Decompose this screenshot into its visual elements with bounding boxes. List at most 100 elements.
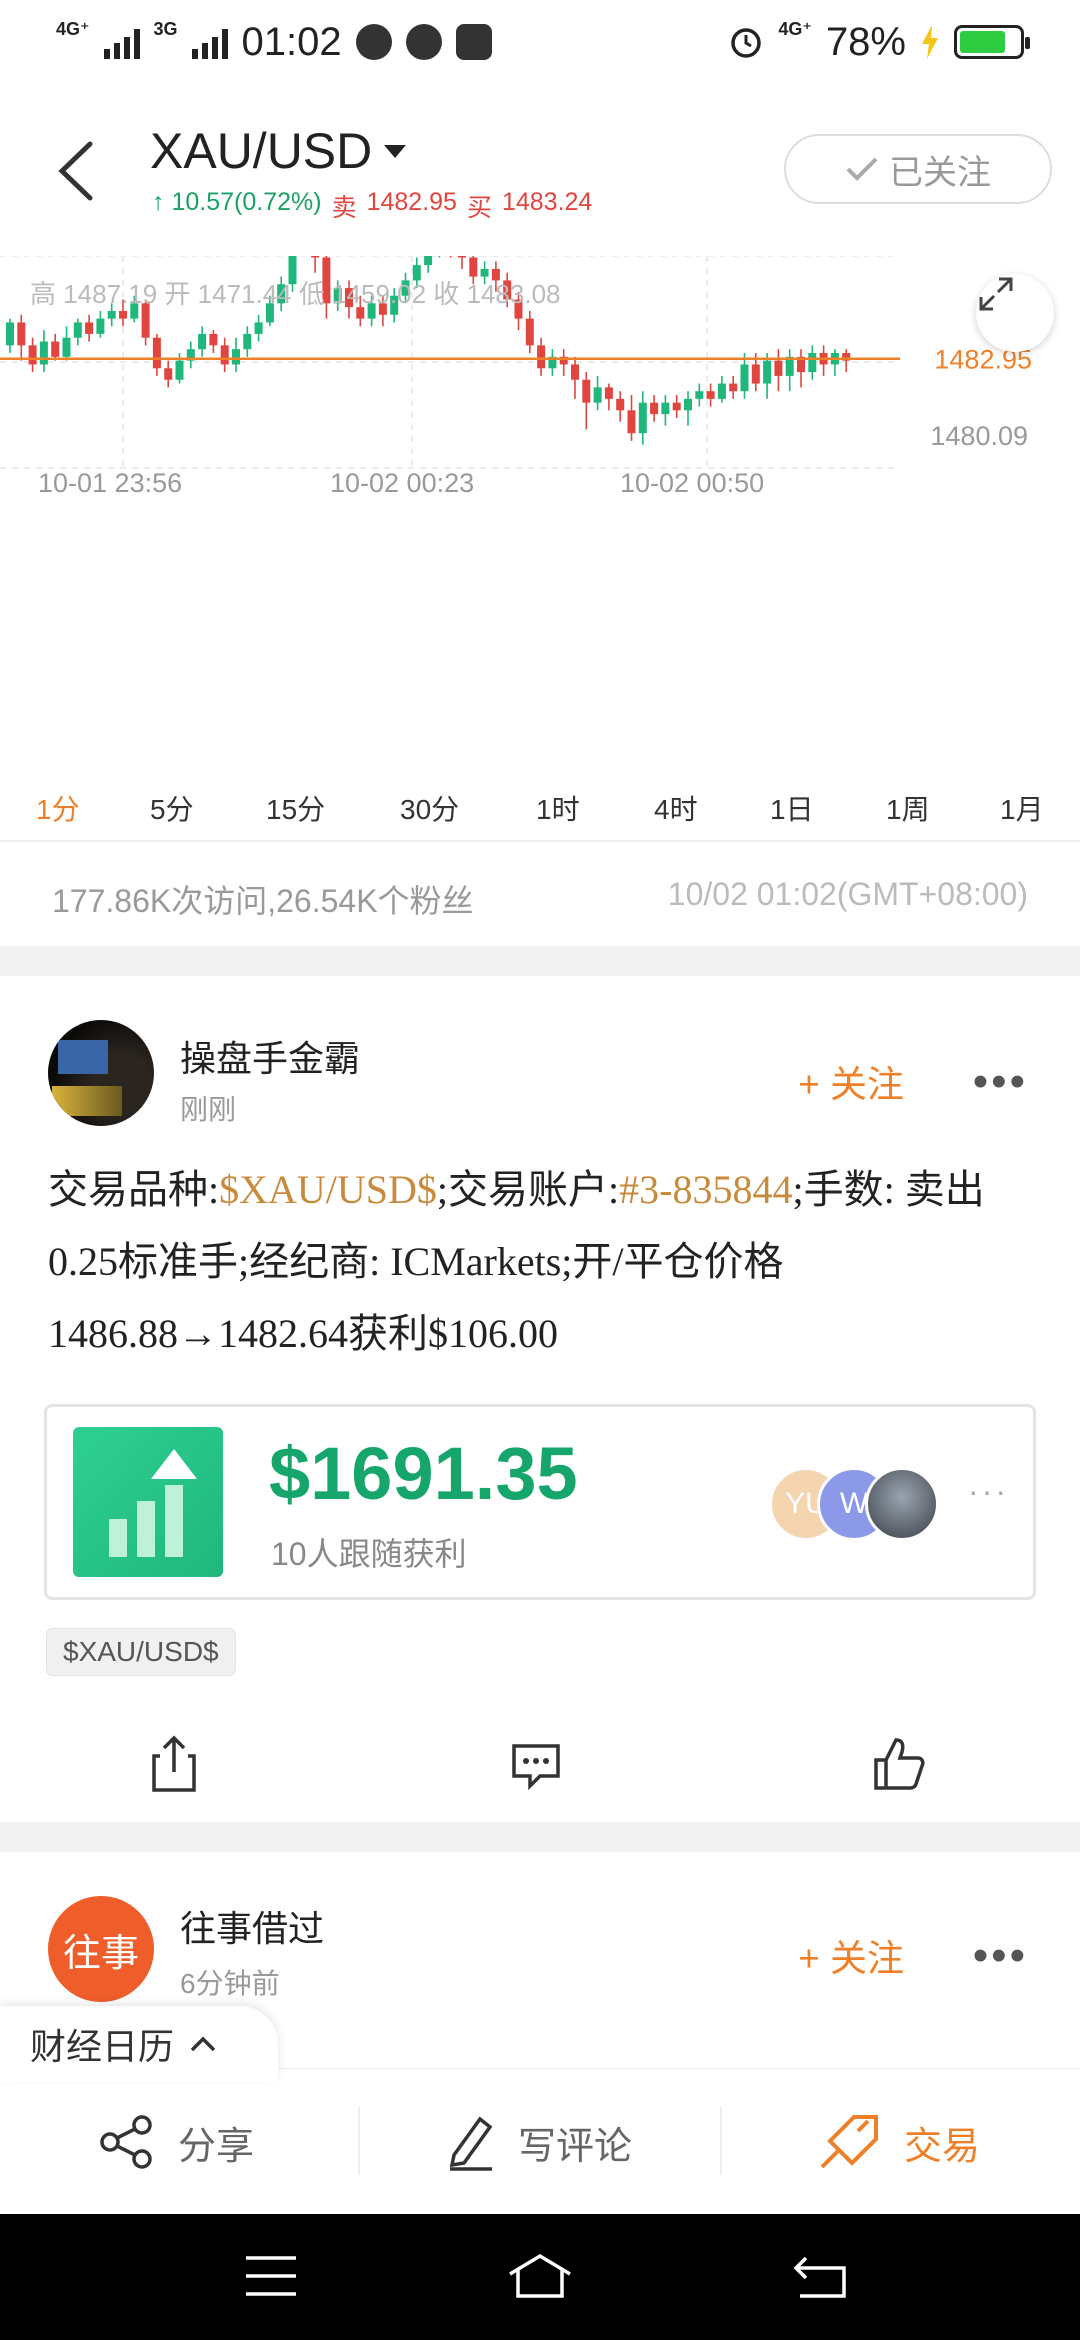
- candle: [424, 256, 433, 266]
- candle: [458, 256, 466, 258]
- candle: [51, 341, 60, 357]
- candle: [717, 383, 726, 399]
- tab-timeframe[interactable]: 1时: [536, 788, 580, 828]
- back-icon[interactable]: [792, 2252, 848, 2300]
- candle: [740, 364, 749, 392]
- home-icon[interactable]: [506, 2252, 574, 2300]
- candle: [763, 360, 772, 384]
- visits-followers: 177.86K次访问,26.54K个粉丝: [52, 883, 474, 919]
- write-comment-button[interactable]: 写评论: [446, 2069, 632, 2215]
- back-arrow-icon[interactable]: [48, 136, 108, 206]
- battery-icon: [954, 25, 1030, 59]
- tab-timeframe[interactable]: 4时: [654, 788, 698, 828]
- candle: [571, 364, 579, 380]
- divider: [358, 2107, 360, 2175]
- candlestick-chart: 1485.221482.651480.091482.9510-01 23:561…: [0, 256, 1032, 498]
- candle: [774, 360, 783, 376]
- signal-icon-2: [191, 25, 228, 59]
- change-value: ↑ 10.57(0.72%): [152, 188, 322, 216]
- header: XAU/USD ↑ 10.57(0.72%) 卖 1482.95 买 1483.…: [0, 100, 1080, 250]
- network-type-3: 4G⁺: [778, 18, 812, 39]
- chevron-down-icon: [384, 144, 407, 158]
- chevron-up-icon: [190, 2036, 216, 2052]
- candle: [638, 402, 647, 434]
- section-divider: [0, 946, 1080, 976]
- tab-timeframe[interactable]: 1月: [1000, 788, 1044, 828]
- system-nav-bar: [0, 2214, 1080, 2340]
- wechat-icon: [405, 24, 442, 60]
- symbol-tag[interactable]: $XAU/USD$: [46, 1628, 236, 1676]
- trade-icon: [820, 2115, 878, 2169]
- network-type-1: 4G⁺: [56, 18, 90, 39]
- tab-timeframe[interactable]: 1周: [886, 788, 930, 828]
- gallery-icon: [455, 24, 492, 60]
- follower-profit-label: 10人跟随获利: [271, 1536, 467, 1572]
- author-name[interactable]: 操盘手金霸: [180, 1030, 360, 1082]
- candle: [73, 322, 82, 338]
- tab-timeframe[interactable]: 5分: [150, 788, 194, 828]
- candle: [616, 398, 625, 411]
- follow-button[interactable]: + 关注: [798, 1928, 904, 1982]
- more-icon[interactable]: •••: [973, 1934, 1028, 1978]
- symbol-link[interactable]: $XAU/USD$: [219, 1167, 437, 1212]
- author-name[interactable]: 往事借过: [180, 1900, 324, 1952]
- more-icon[interactable]: ···: [968, 1473, 1009, 1510]
- post-time: 6分钟前: [180, 1968, 280, 1999]
- qq-icon: [355, 24, 392, 60]
- price-chart[interactable]: 1485.221482.651480.091482.9510-01 23:561…: [0, 256, 1080, 776]
- avatar[interactable]: [48, 1020, 154, 1126]
- tab-timeframe[interactable]: 1日: [770, 788, 814, 828]
- check-icon: [846, 157, 878, 181]
- share-button[interactable]: 分享: [98, 2069, 254, 2215]
- candle: [232, 349, 240, 365]
- time-tick-label: 10-02 00:23: [330, 468, 474, 498]
- candle: [627, 410, 636, 434]
- tab-timeframe[interactable]: 15分: [266, 788, 325, 828]
- candle: [198, 333, 207, 350]
- candle: [39, 341, 48, 365]
- more-icon[interactable]: •••: [973, 1060, 1028, 1104]
- tab-timeframe[interactable]: 1分: [36, 788, 80, 828]
- timeframe-tabs: 1分 5分 15分 30分 1时 4时 1日 1周 1月: [0, 776, 1080, 846]
- candle: [311, 256, 320, 258]
- status-time: 01:02: [241, 19, 342, 64]
- candle: [537, 345, 546, 369]
- quote-line: ↑ 10.57(0.72%) 卖 1482.95 买 1483.24: [152, 188, 592, 224]
- current-datetime: 10/02 01:02(GMT+08:00): [667, 876, 1028, 912]
- follow-button[interactable]: + 关注: [798, 1054, 904, 1108]
- candle: [650, 402, 659, 415]
- sell-label: 卖: [331, 194, 357, 222]
- share-icon[interactable]: [146, 1734, 202, 1794]
- candle: [672, 402, 681, 411]
- menu-icon[interactable]: [244, 2252, 298, 2300]
- candle: [220, 345, 229, 365]
- sell-price: 1482.95: [366, 188, 457, 216]
- candle: [593, 387, 602, 403]
- charging-icon: [922, 25, 938, 59]
- candle: [164, 368, 173, 380]
- tab-timeframe[interactable]: 30分: [400, 788, 459, 828]
- candle: [751, 364, 760, 384]
- candle: [706, 391, 715, 399]
- candle: [684, 398, 692, 411]
- avatar[interactable]: 往事: [48, 1896, 154, 2002]
- post-time: 刚刚: [180, 1094, 237, 1125]
- account-link[interactable]: #3-835844: [619, 1167, 792, 1212]
- follow-profit-card[interactable]: $1691.35 10人跟随获利 YU W ···: [44, 1404, 1036, 1600]
- like-icon[interactable]: [870, 1734, 926, 1794]
- economic-calendar-tab[interactable]: 财经日历: [0, 2006, 278, 2082]
- comment-icon[interactable]: [508, 1734, 564, 1794]
- candle: [6, 322, 14, 346]
- status-bar: 4G⁺ 3G 01:02 4G⁺ 78%: [0, 0, 1080, 84]
- symbol-selector[interactable]: XAU/USD: [150, 122, 407, 180]
- candle: [152, 337, 161, 369]
- price-tick-label: 1480.09: [930, 421, 1028, 451]
- alarm-icon: [731, 28, 762, 58]
- trade-button[interactable]: 交易: [818, 2069, 980, 2215]
- expand-button[interactable]: [976, 274, 1054, 352]
- time-tick-label: 10-02 00:50: [620, 468, 764, 498]
- followed-button[interactable]: 已关注: [784, 134, 1052, 204]
- post-content[interactable]: 交易品种:$XAU/USD$;交易账户:#3-835844;手数: 卖出 0.2…: [48, 1154, 1038, 1370]
- profit-amount: $1691.35: [269, 1432, 578, 1515]
- candle: [661, 402, 670, 415]
